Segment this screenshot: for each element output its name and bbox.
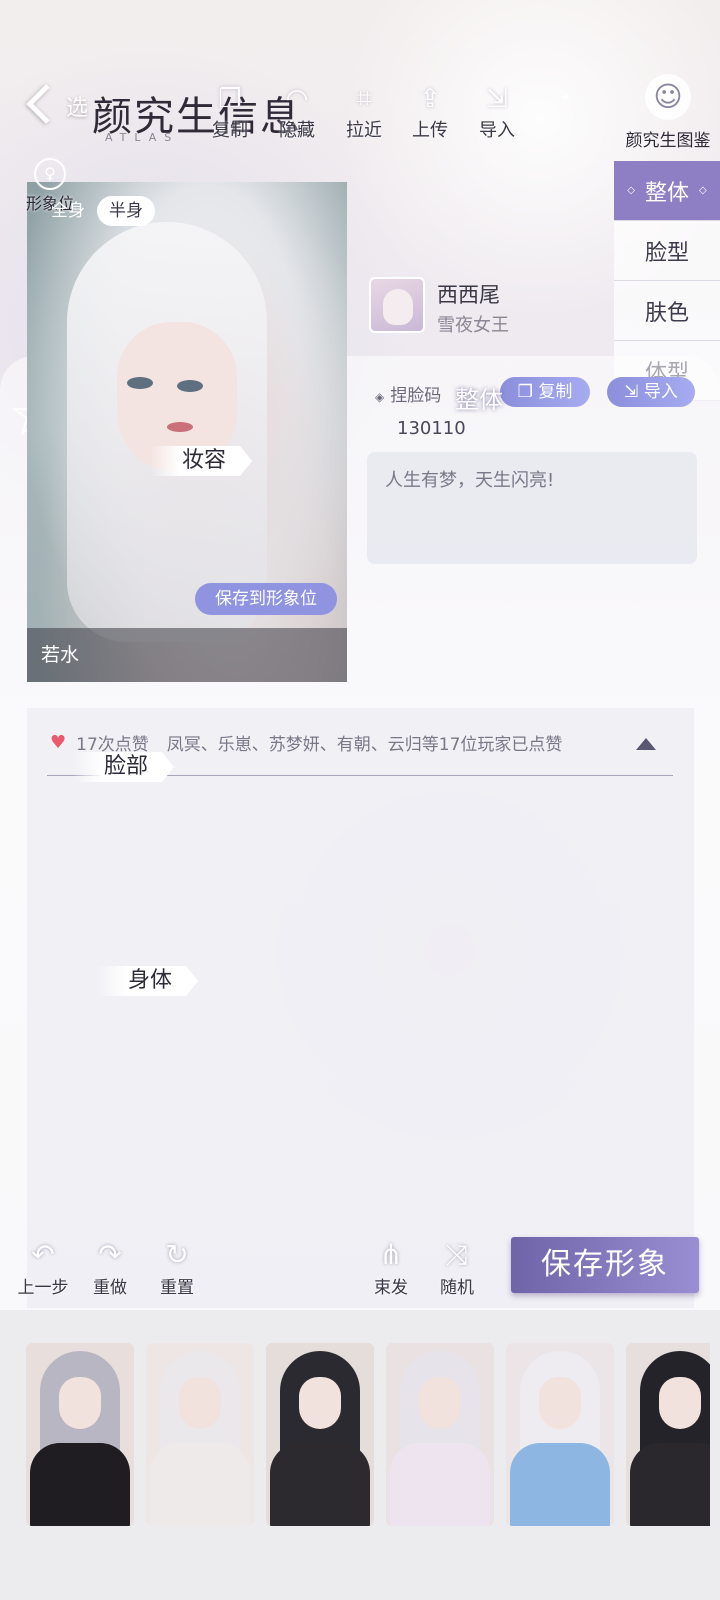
shuffle-icon: ⤨ — [445, 1238, 469, 1271]
random-button[interactable]: ⤨ 随机 — [424, 1237, 490, 1298]
page-subtitle: ATLAS — [105, 131, 180, 144]
tab-skin-tone[interactable]: 肤色 — [614, 281, 720, 341]
preset-card[interactable] — [26, 1343, 134, 1526]
preset-card[interactable] — [386, 1343, 494, 1526]
view-full-body[interactable]: 全身 — [39, 196, 97, 226]
save-look-button[interactable]: 保存形象 — [511, 1237, 699, 1293]
zoom-in-icon: ⌗ — [356, 83, 372, 114]
likes-row[interactable]: ♥ 17次点赞 凤冥、乐崽、苏梦妍、有朝、云归等17位玩家已点赞 — [50, 730, 562, 755]
section-label-face: 脸部 — [72, 752, 174, 782]
preset-outfit — [390, 1443, 490, 1526]
portrait-caption: 若水 — [27, 628, 347, 682]
chevron-left-icon — [26, 84, 66, 124]
author-title: 雪夜女王 — [437, 315, 509, 336]
import-icon: ⇲ — [624, 382, 644, 402]
person-icon: ♀ — [34, 158, 66, 190]
preset-face — [299, 1377, 341, 1429]
collapse-arrow-icon[interactable] — [636, 738, 656, 750]
details-panel — [27, 708, 694, 1308]
reset-icon: ↻ — [165, 1238, 189, 1271]
likes-count: 17次点赞 — [76, 735, 149, 755]
copy-button[interactable]: ❐ 复制 — [200, 82, 260, 142]
preset-card[interactable] — [146, 1343, 254, 1526]
preset-strip — [26, 1343, 710, 1527]
view-toggle: 全身 半身 — [39, 196, 155, 226]
preset-outfit — [270, 1443, 370, 1526]
character-head-icon: ☺ — [645, 74, 691, 120]
tab-face-shape[interactable]: 脸型 — [614, 221, 720, 281]
sparkle-icon: ✦ — [560, 90, 572, 106]
section-label-body: 身体 — [96, 966, 198, 996]
undo-button[interactable]: ↶ 上一步 — [10, 1237, 76, 1298]
comb-icon: ⋔ — [379, 1238, 403, 1271]
preset-face — [539, 1377, 581, 1429]
preset-card[interactable] — [506, 1343, 614, 1526]
diamond-icon: ◈ — [375, 390, 385, 404]
redo-button[interactable]: ↷ 重做 — [77, 1237, 143, 1298]
preset-outfit — [30, 1443, 130, 1526]
upload-button[interactable]: ⇪ 上传 — [400, 82, 460, 142]
preset-face — [419, 1377, 461, 1429]
author-name: 西西尾 — [437, 283, 500, 307]
preset-face — [179, 1377, 221, 1429]
zoom-in-button[interactable]: ⌗ 拉近 — [334, 82, 394, 142]
overall-overlay-label: 整体 — [455, 386, 503, 414]
tab-overall[interactable]: 整体 — [614, 161, 720, 221]
face-code-value: 130110 — [397, 418, 466, 439]
reset-button[interactable]: ↻ 重置 — [144, 1237, 210, 1298]
heart-icon: ♥ — [50, 732, 67, 753]
hair-tie-button[interactable]: ⋔ 束发 — [358, 1237, 424, 1298]
view-half-body[interactable]: 半身 — [97, 196, 155, 226]
import-button[interactable]: ⇲ 导入 — [467, 82, 527, 142]
signature-field: 人生有梦，天生闪亮! — [367, 452, 697, 564]
copy-icon: ❐ — [218, 84, 242, 114]
redo-icon: ↷ — [98, 1238, 122, 1271]
avatar[interactable] — [369, 277, 425, 333]
likes-names: 凤冥、乐崽、苏梦妍、有朝、云归等17位玩家已点赞 — [166, 735, 563, 755]
back-button[interactable]: 选 — [26, 84, 89, 134]
copy-code-button[interactable]: ❐ 复制 — [500, 377, 590, 407]
import-code-button[interactable]: ⇲ 导入 — [607, 377, 695, 407]
undo-icon: ↶ — [31, 1238, 55, 1271]
preset-face — [59, 1377, 101, 1429]
save-to-slot-button[interactable]: 保存到形象位 — [195, 583, 337, 615]
preset-outfit — [510, 1443, 610, 1526]
back-label: 选 — [66, 96, 89, 121]
preset-card[interactable] — [626, 1343, 710, 1526]
preset-face — [659, 1377, 701, 1429]
upload-icon: ⇪ — [419, 84, 441, 114]
import-icon: ⇲ — [486, 84, 508, 114]
preset-card[interactable] — [266, 1343, 374, 1526]
preset-outfit — [630, 1443, 710, 1526]
face-code-label: ◈ 捏脸码 — [375, 386, 442, 406]
hide-button[interactable]: ◠ 隐藏 — [267, 82, 327, 142]
eye-hide-icon: ◠ — [285, 84, 309, 114]
preset-outfit — [150, 1443, 250, 1526]
gallery-button[interactable]: ☺ 颜究生图鉴 — [618, 74, 718, 151]
section-label-makeup: 妆容 — [150, 446, 252, 476]
copy-icon: ❐ — [517, 382, 539, 402]
